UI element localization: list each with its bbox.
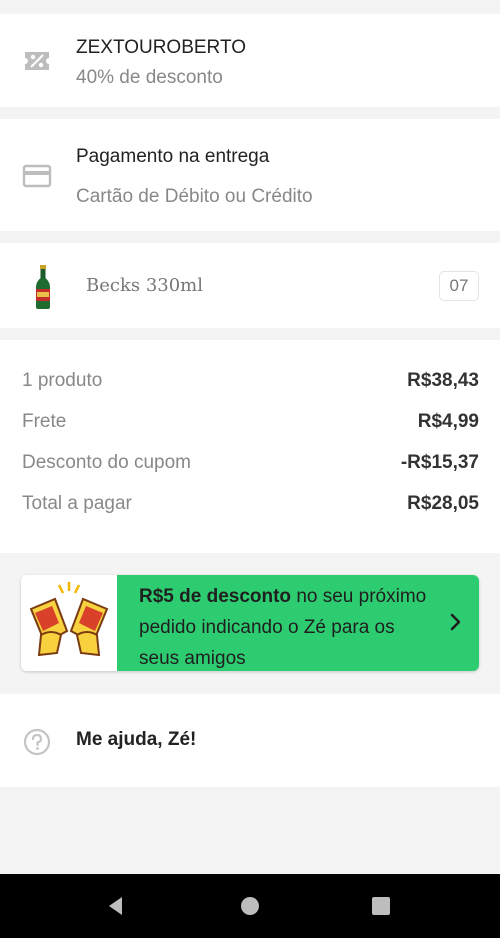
product-name: Becks 330ml bbox=[86, 275, 204, 296]
help-circle-icon bbox=[22, 727, 52, 757]
coupon-row[interactable]: ZEXTOUROBERTO 40% de desconto bbox=[0, 14, 500, 107]
coupon-icon bbox=[22, 46, 52, 76]
summary-value: R$38,43 bbox=[407, 370, 479, 391]
summary-row-total: Total a pagar R$28,05 bbox=[22, 491, 479, 517]
promo-highlight: R$5 de desconto bbox=[139, 586, 292, 607]
home-circle-icon[interactable] bbox=[238, 894, 262, 918]
payment-row[interactable]: Pagamento na entrega Cartão de Débito ou… bbox=[0, 119, 500, 231]
chevron-right-icon bbox=[449, 611, 463, 633]
product-quantity[interactable]: 07 bbox=[439, 271, 479, 301]
summary-row-coupon-discount: Desconto do cupom -R$15,37 bbox=[22, 450, 479, 476]
summary-row-products: 1 produto R$38,43 bbox=[22, 368, 479, 394]
order-review-screen: ZEXTOUROBERTO 40% de desconto Pagamento … bbox=[0, 0, 500, 938]
promo-text: R$5 de desconto no seu próximo pedido in… bbox=[117, 575, 479, 671]
summary-value: R$28,05 bbox=[407, 493, 479, 514]
payment-title: Pagamento na entrega bbox=[76, 146, 270, 167]
back-triangle-icon[interactable] bbox=[104, 894, 128, 918]
credit-card-icon bbox=[22, 161, 52, 191]
product-row: Becks 330ml 07 bbox=[0, 243, 500, 328]
help-label: Me ajuda, Zé! bbox=[76, 729, 197, 750]
beer-bottle-icon bbox=[30, 265, 56, 309]
payment-method: Cartão de Débito ou Crédito bbox=[76, 186, 313, 207]
summary-label: Total a pagar bbox=[22, 493, 132, 514]
order-summary: 1 produto R$38,43 Frete R$4,99 Desconto … bbox=[0, 340, 500, 553]
coupon-code: ZEXTOUROBERTO bbox=[76, 37, 246, 58]
system-navigation-bar bbox=[0, 874, 500, 938]
summary-value: R$4,99 bbox=[417, 411, 479, 432]
referral-promo-banner[interactable]: R$5 de desconto no seu próximo pedido in… bbox=[21, 575, 479, 671]
cheers-icon bbox=[21, 575, 117, 671]
summary-label: Frete bbox=[22, 411, 67, 432]
help-row[interactable]: Me ajuda, Zé! bbox=[0, 694, 500, 787]
summary-label: 1 produto bbox=[22, 370, 103, 391]
summary-label: Desconto do cupom bbox=[22, 452, 191, 473]
summary-row-shipping: Frete R$4,99 bbox=[22, 409, 479, 435]
coupon-discount: 40% de desconto bbox=[76, 67, 223, 88]
recent-square-icon[interactable] bbox=[369, 894, 393, 918]
summary-value: -R$15,37 bbox=[400, 452, 479, 473]
